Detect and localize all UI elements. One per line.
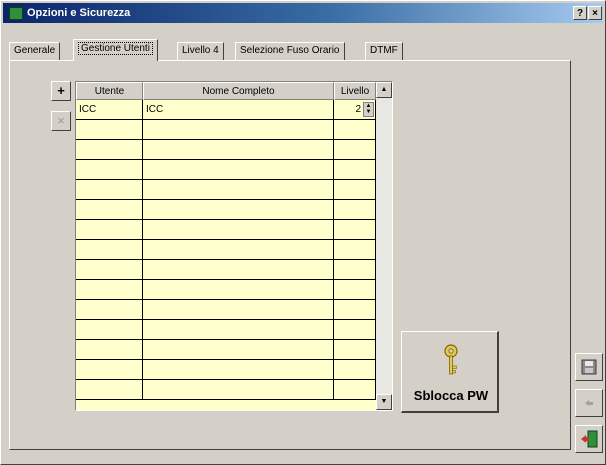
- tab-generale[interactable]: Generale: [9, 42, 61, 60]
- table-cell-utente[interactable]: [76, 260, 143, 279]
- save-button[interactable]: [575, 353, 603, 381]
- options-security-window: Opzioni e Sicurezza ? × Generale Gestion…: [0, 0, 606, 465]
- table-cell-livello[interactable]: [334, 220, 376, 239]
- table-cell-utente[interactable]: [76, 280, 143, 299]
- table-cell-utente[interactable]: [76, 200, 143, 219]
- add-user-button[interactable]: +: [51, 81, 71, 101]
- table-cell-nome[interactable]: [143, 380, 334, 399]
- app-icon: [9, 7, 23, 20]
- scroll-up-icon[interactable]: ▲: [376, 82, 392, 98]
- table-cell-nome[interactable]: [143, 220, 334, 239]
- table-cell-livello[interactable]: [334, 360, 376, 379]
- column-header-nome-completo[interactable]: Nome Completo: [143, 82, 334, 100]
- table-cell-nome[interactable]: ICC: [143, 100, 334, 119]
- table-cell-nome[interactable]: [143, 360, 334, 379]
- table-cell-nome[interactable]: [143, 320, 334, 339]
- unlock-password-label: Sblocca PW: [413, 388, 489, 403]
- column-header-livello[interactable]: Livello: [334, 82, 376, 100]
- table-cell-livello[interactable]: [334, 280, 376, 299]
- cell-value: ICC: [79, 104, 97, 115]
- table-row[interactable]: [76, 280, 376, 300]
- table-row[interactable]: [76, 360, 376, 380]
- table-cell-nome[interactable]: [143, 160, 334, 179]
- table-row[interactable]: [76, 340, 376, 360]
- grid-body[interactable]: ICC ICC 2 ▲ ▼: [76, 100, 376, 410]
- table-cell-nome[interactable]: [143, 120, 334, 139]
- table-cell-utente[interactable]: [76, 120, 143, 139]
- table-cell-nome[interactable]: [143, 300, 334, 319]
- table-cell-livello[interactable]: [334, 300, 376, 319]
- unlock-password-button[interactable]: Sblocca PW: [401, 331, 499, 413]
- table-cell-utente[interactable]: [76, 300, 143, 319]
- table-cell-utente[interactable]: [76, 240, 143, 259]
- key-icon: [444, 344, 458, 375]
- cell-value: 2: [355, 104, 361, 115]
- help-button[interactable]: ?: [573, 6, 587, 20]
- table-cell-livello[interactable]: [334, 120, 376, 139]
- table-cell-livello[interactable]: 2 ▲ ▼: [334, 100, 376, 119]
- table-row[interactable]: [76, 120, 376, 140]
- exit-door-icon: [581, 430, 598, 448]
- table-cell-utente[interactable]: ICC: [76, 100, 143, 119]
- tab-gestione-utenti-label: Gestione Utenti: [78, 42, 153, 55]
- vertical-scrollbar[interactable]: ▲ ▼: [376, 82, 392, 410]
- table-row[interactable]: [76, 140, 376, 160]
- table-cell-utente[interactable]: [76, 320, 143, 339]
- table-cell-nome[interactable]: [143, 240, 334, 259]
- tab-selezione-fuso-orario[interactable]: Selezione Fuso Orario: [235, 42, 345, 60]
- exit-button[interactable]: [575, 425, 603, 453]
- tab-dtmf[interactable]: DTMF: [365, 42, 403, 60]
- grid-header: Utente Nome Completo Livello: [76, 82, 376, 100]
- table-cell-nome[interactable]: [143, 260, 334, 279]
- close-button[interactable]: ×: [588, 6, 602, 20]
- window-title: Opzioni e Sicurezza: [27, 7, 131, 19]
- tab-strip: Generale Gestione Utenti Livello 4 Selez…: [9, 39, 569, 61]
- table-row[interactable]: [76, 200, 376, 220]
- undo-icon: [585, 400, 593, 406]
- table-cell-livello[interactable]: [334, 240, 376, 259]
- undo-button[interactable]: [575, 389, 603, 417]
- tab-livello-4[interactable]: Livello 4: [177, 42, 224, 60]
- table-cell-utente[interactable]: [76, 340, 143, 359]
- title-bar: Opzioni e Sicurezza ? ×: [3, 3, 603, 23]
- table-cell-nome[interactable]: [143, 340, 334, 359]
- column-header-utente[interactable]: Utente: [76, 82, 143, 100]
- table-row[interactable]: [76, 260, 376, 280]
- table-row[interactable]: [76, 160, 376, 180]
- table-cell-nome[interactable]: [143, 140, 334, 159]
- table-row[interactable]: [76, 240, 376, 260]
- table-cell-livello[interactable]: [334, 380, 376, 399]
- tab-gestione-utenti[interactable]: Gestione Utenti: [73, 39, 158, 61]
- table-cell-utente[interactable]: [76, 140, 143, 159]
- floppy-disk-icon: [581, 359, 597, 375]
- table-row[interactable]: [76, 320, 376, 340]
- table-cell-livello[interactable]: [334, 320, 376, 339]
- table-cell-livello[interactable]: [334, 260, 376, 279]
- users-grid[interactable]: Utente Nome Completo Livello ICC ICC 2 ▲ ▼ ▲…: [75, 81, 393, 411]
- table-cell-nome[interactable]: [143, 280, 334, 299]
- level-spinner-icon[interactable]: ▲ ▼: [363, 102, 374, 117]
- table-row[interactable]: [76, 220, 376, 240]
- table-cell-utente[interactable]: [76, 360, 143, 379]
- table-cell-livello[interactable]: [334, 340, 376, 359]
- table-cell-nome[interactable]: [143, 200, 334, 219]
- table-cell-livello[interactable]: [334, 180, 376, 199]
- table-row[interactable]: ICC ICC 2 ▲ ▼: [76, 100, 376, 120]
- table-cell-livello[interactable]: [334, 200, 376, 219]
- table-cell-utente[interactable]: [76, 160, 143, 179]
- table-cell-nome[interactable]: [143, 180, 334, 199]
- table-row[interactable]: [76, 300, 376, 320]
- table-row[interactable]: [76, 380, 376, 400]
- table-cell-livello[interactable]: [334, 140, 376, 159]
- scroll-down-icon[interactable]: ▼: [376, 394, 392, 410]
- delete-user-button[interactable]: ×: [51, 111, 71, 131]
- table-cell-utente[interactable]: [76, 220, 143, 239]
- table-cell-livello[interactable]: [334, 160, 376, 179]
- table-cell-utente[interactable]: [76, 380, 143, 399]
- table-row[interactable]: [76, 180, 376, 200]
- cell-value: ICC: [146, 104, 164, 115]
- table-cell-utente[interactable]: [76, 180, 143, 199]
